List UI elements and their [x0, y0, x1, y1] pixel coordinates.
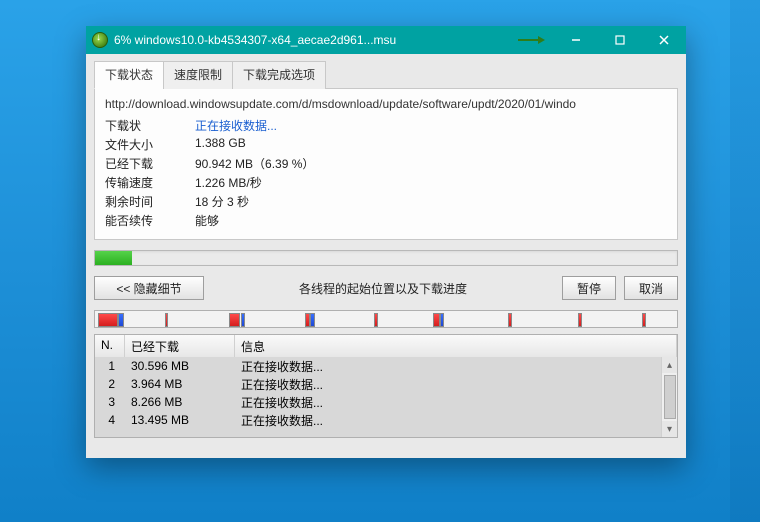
- overall-progress-fill: [95, 251, 132, 265]
- segment-done: [508, 313, 511, 327]
- threads-caption: 各线程的起始位置以及下载进度: [212, 280, 554, 297]
- table-row[interactable]: 130.596 MB正在接收数据...: [95, 357, 661, 375]
- download-url: http://download.windowsupdate.com/d/msdo…: [105, 97, 667, 111]
- cell-info: 正在接收数据...: [235, 412, 661, 429]
- button-label: << 隐藏细节: [116, 280, 181, 297]
- cell-downloaded: 3.964 MB: [125, 377, 235, 391]
- status-panel: http://download.windowsupdate.com/d/msdo…: [94, 89, 678, 240]
- hide-details-button[interactable]: << 隐藏细节: [94, 276, 204, 300]
- table-row[interactable]: 413.495 MB正在接收数据...: [95, 411, 661, 429]
- app-icon: [92, 32, 108, 48]
- speed-label: 传输速度: [105, 174, 195, 191]
- cell-n: 1: [95, 359, 125, 373]
- downloaded-label: 已经下载: [105, 155, 195, 172]
- table-row[interactable]: 38.266 MB正在接收数据...: [95, 393, 661, 411]
- speed-value: 1.226 MB/秒: [195, 174, 667, 191]
- tab-label: 速度限制: [174, 68, 222, 82]
- button-row: << 隐藏细节 各线程的起始位置以及下载进度 暂停 取消: [94, 276, 678, 300]
- cell-downloaded: 30.596 MB: [125, 359, 235, 373]
- minimize-button[interactable]: [554, 26, 598, 54]
- tab-label: 下载完成选项: [243, 68, 315, 82]
- maximize-button[interactable]: [598, 26, 642, 54]
- tab-speed-limit[interactable]: 速度限制: [163, 61, 233, 89]
- tab-download-status[interactable]: 下载状态: [94, 61, 164, 89]
- window-title: 6% windows10.0-kb4534307-x64_aecae2d961.…: [114, 33, 516, 47]
- thread-table-header: N. 已经下载 信息: [95, 335, 677, 359]
- scroll-up-icon[interactable]: ▴: [662, 357, 677, 373]
- client-area: 下载状态 速度限制 下载完成选项 http://download.windows…: [86, 54, 686, 458]
- scroll-thumb[interactable]: [664, 375, 676, 419]
- tab-strip: 下载状态 速度限制 下载完成选项: [94, 60, 678, 89]
- cell-downloaded: 13.495 MB: [125, 413, 235, 427]
- segment-done: [165, 313, 168, 327]
- col-n[interactable]: N.: [95, 335, 125, 358]
- cell-info: 正在接收数据...: [235, 358, 661, 375]
- tab-on-complete[interactable]: 下载完成选项: [232, 61, 326, 89]
- cell-info: 正在接收数据...: [235, 376, 661, 393]
- segment-cur: [241, 313, 246, 327]
- cell-n: 4: [95, 413, 125, 427]
- titlebar[interactable]: 6% windows10.0-kb4534307-x64_aecae2d961.…: [86, 26, 686, 54]
- resume-label: 能否续传: [105, 212, 195, 229]
- col-info[interactable]: 信息: [235, 335, 677, 358]
- thread-scrollbar[interactable]: ▴ ▾: [661, 357, 677, 437]
- resume-value: 能够: [195, 212, 667, 229]
- segment-cur: [118, 313, 124, 327]
- button-label: 取消: [639, 280, 663, 297]
- downloaded-value: 90.942 MB（6.39 %）: [195, 155, 667, 172]
- pause-button[interactable]: 暂停: [562, 276, 616, 300]
- segment-cur: [440, 313, 445, 327]
- col-downloaded[interactable]: 已经下载: [125, 335, 235, 358]
- status-value: 正在接收数据...: [195, 117, 667, 134]
- table-row[interactable]: 23.964 MB正在接收数据...: [95, 375, 661, 393]
- segment-done: [642, 313, 645, 327]
- download-dialog: 6% windows10.0-kb4534307-x64_aecae2d961.…: [86, 26, 686, 458]
- scroll-down-icon[interactable]: ▾: [662, 421, 677, 437]
- cancel-button[interactable]: 取消: [624, 276, 678, 300]
- segment-done: [578, 313, 581, 327]
- cell-info: 正在接收数据...: [235, 394, 661, 411]
- thread-table: N. 已经下载 信息 130.596 MB正在接收数据...23.964 MB正…: [94, 334, 678, 438]
- filesize-value: 1.388 GB: [195, 136, 667, 153]
- remaining-label: 剩余时间: [105, 193, 195, 210]
- filesize-label: 文件大小: [105, 136, 195, 153]
- segment-progress-bar: [94, 310, 678, 328]
- overall-progress-bar: [94, 250, 678, 266]
- info-grid: 下载状 正在接收数据... 文件大小 1.388 GB 已经下载 90.942 …: [105, 117, 667, 229]
- button-label: 暂停: [577, 280, 601, 297]
- segment-done: [98, 313, 118, 327]
- system-buttons: [554, 26, 686, 54]
- arrow-decor-icon: [516, 33, 546, 47]
- cell-n: 3: [95, 395, 125, 409]
- segment-cur: [310, 313, 315, 327]
- status-label: 下载状: [105, 117, 195, 134]
- remaining-value: 18 分 3 秒: [195, 193, 667, 210]
- close-button[interactable]: [642, 26, 686, 54]
- cell-n: 2: [95, 377, 125, 391]
- segment-done: [374, 313, 377, 327]
- segment-done: [229, 313, 241, 327]
- desktop-edge: [730, 0, 760, 522]
- thread-table-body: 130.596 MB正在接收数据...23.964 MB正在接收数据...38.…: [95, 357, 661, 437]
- segment-done: [433, 313, 440, 327]
- cell-downloaded: 8.266 MB: [125, 395, 235, 409]
- tab-label: 下载状态: [105, 68, 153, 82]
